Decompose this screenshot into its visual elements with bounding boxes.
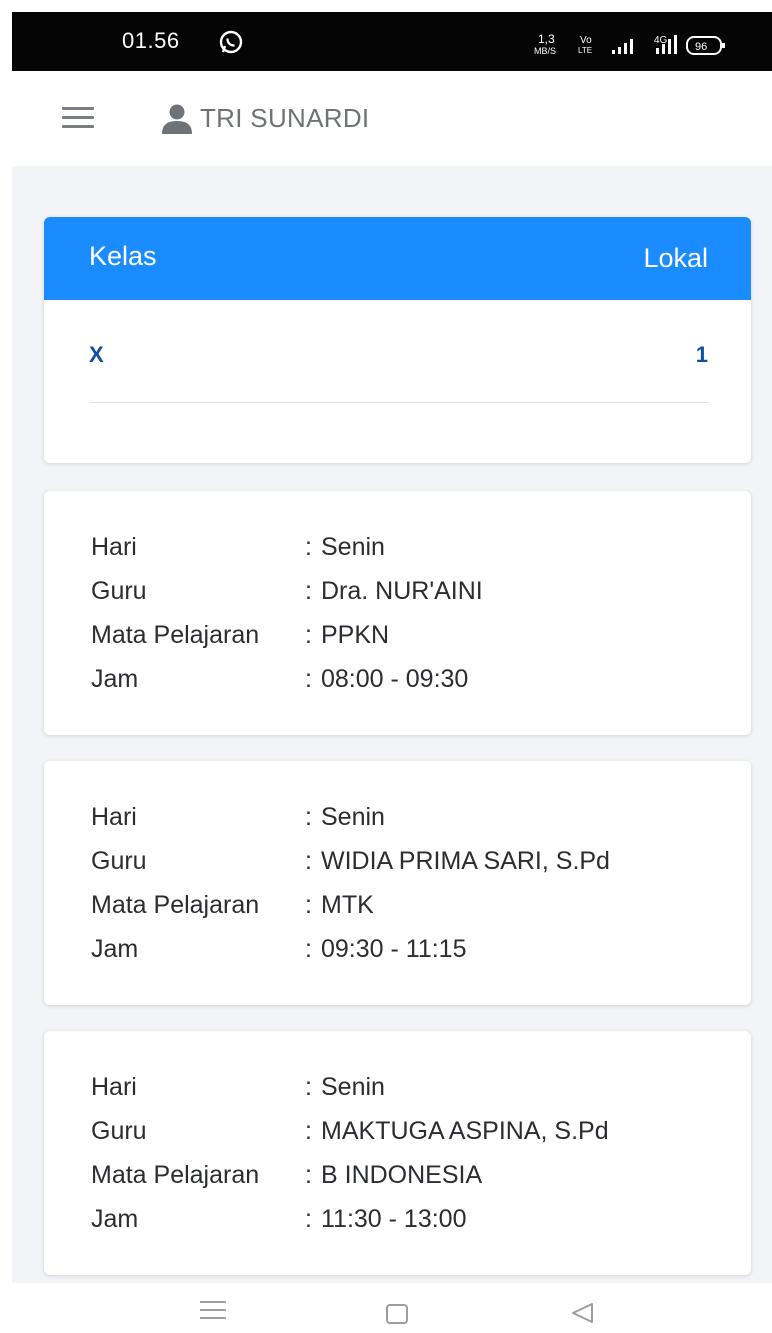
jam-label: Jam (91, 935, 139, 963)
separator: : (305, 935, 312, 963)
guru-label: Guru (91, 847, 147, 875)
kelas-card-header: Kelas Lokal (44, 217, 751, 300)
battery-icon: 96 (686, 36, 725, 55)
data-speed-value: 1,3 (538, 32, 555, 46)
separator: : (305, 1073, 312, 1101)
divider (89, 402, 708, 403)
mapel-label: Mata Pelajaran (91, 1161, 260, 1189)
guru-label: Guru (91, 577, 147, 605)
kelas-card: Kelas Lokal X 1 (44, 217, 751, 463)
hamburger-menu-icon[interactable] (62, 107, 94, 131)
status-time: 01.56 (122, 28, 180, 53)
jam-value: 08:00 - 09:30 (321, 665, 469, 693)
system-nav-bar (0, 1283, 772, 1333)
user-name: TRI SUNARDI (200, 103, 370, 133)
volte-bottom: LTE (578, 46, 592, 55)
main-content: Kelas Lokal X 1 Hari : Senin Guru : Dra.… (12, 166, 772, 1283)
battery-level: 96 (695, 41, 707, 53)
separator: : (305, 1117, 312, 1145)
mapel-label: Mata Pelajaran (91, 891, 260, 919)
guru-value: Dra. NUR'AINI (321, 577, 483, 605)
jam-value: 09:30 - 11:15 (321, 935, 467, 963)
kelas-row[interactable]: X 1 (44, 300, 751, 400)
hari-label: Hari (91, 1073, 137, 1101)
separator: : (305, 533, 312, 561)
separator: : (305, 665, 312, 693)
hari-label: Hari (91, 533, 137, 561)
back-icon[interactable] (568, 1301, 596, 1325)
separator: : (305, 891, 312, 919)
status-icons: 1,3 MB/S Vo LTE 4G 96 (534, 32, 725, 56)
guru-value: WIDIA PRIMA SARI, S.Pd (321, 847, 610, 875)
lokal-value: 1 (695, 342, 708, 367)
jam-label: Jam (91, 665, 139, 693)
mapel-value: PPKN (321, 621, 390, 649)
data-speed-unit: MB/S (534, 46, 556, 56)
hari-value: Senin (321, 803, 385, 831)
separator: : (305, 1205, 312, 1233)
hari-value: Senin (321, 533, 385, 561)
separator: : (305, 847, 312, 875)
home-icon[interactable] (386, 1304, 408, 1324)
app-header: TRI SUNARDI (12, 71, 772, 167)
schedule-card: Hari : Senin Guru : MAKTUGA ASPINA, S.Pd… (44, 1031, 751, 1275)
network-type: 4G (654, 35, 668, 46)
guru-value: MAKTUGA ASPINA, S.Pd (321, 1117, 609, 1145)
separator: : (305, 577, 312, 605)
user-icon (162, 104, 192, 134)
signal-icon-1 (612, 39, 633, 54)
status-bar: 01.56 1,3 MB/S Vo LTE 4G 96 (12, 12, 772, 71)
guru-label: Guru (91, 1117, 147, 1145)
separator: : (305, 1161, 312, 1189)
lokal-header-label: Lokal (643, 243, 708, 273)
mapel-value: MTK (321, 891, 374, 919)
mapel-value: B INDONESIA (321, 1161, 483, 1189)
kelas-header-label: Kelas (89, 241, 157, 271)
hari-label: Hari (91, 803, 137, 831)
jam-label: Jam (91, 1205, 139, 1233)
mapel-label: Mata Pelajaran (91, 621, 260, 649)
jam-value: 11:30 - 13:00 (321, 1205, 467, 1233)
schedule-card: Hari : Senin Guru : Dra. NUR'AINI Mata P… (44, 491, 751, 735)
recent-apps-icon[interactable] (200, 1301, 226, 1321)
hari-value: Senin (321, 1073, 385, 1101)
separator: : (305, 621, 312, 649)
separator: : (305, 803, 312, 831)
kelas-value: X (89, 342, 104, 367)
volte-top: Vo (580, 35, 592, 46)
schedule-card: Hari : Senin Guru : WIDIA PRIMA SARI, S.… (44, 761, 751, 1005)
whatsapp-icon (219, 30, 243, 54)
